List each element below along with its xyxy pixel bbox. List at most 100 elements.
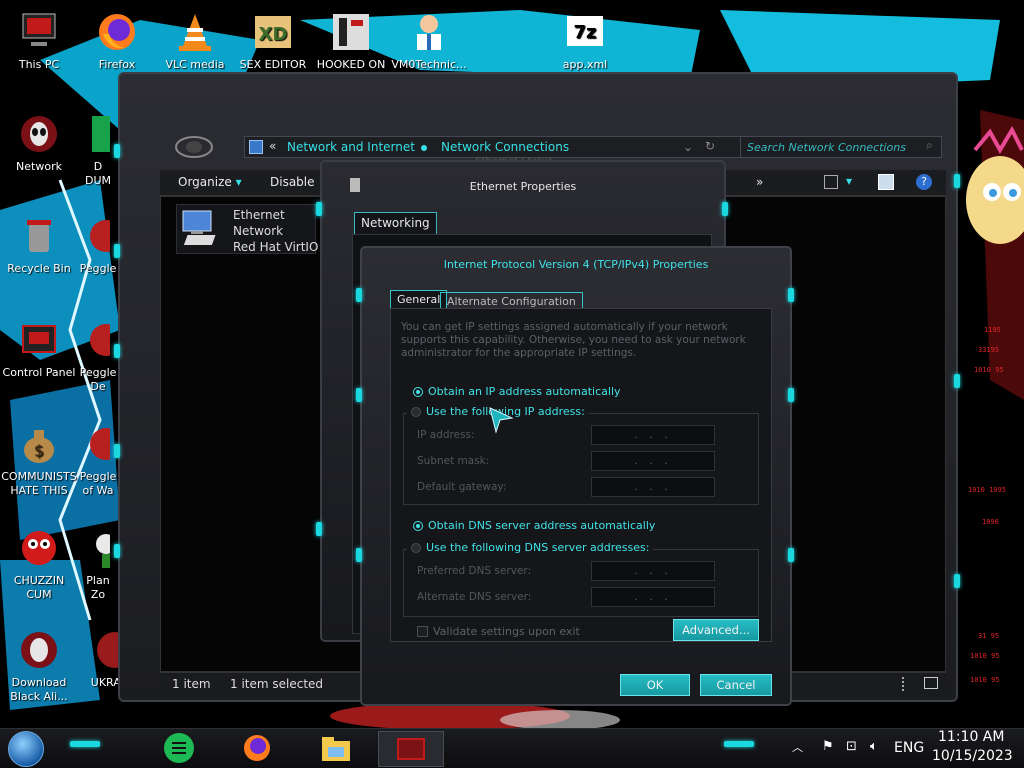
control-panel-icon: [397, 738, 425, 760]
breadcrumb-network-connections[interactable]: Network Connections: [441, 140, 569, 154]
frame-led: [954, 174, 960, 188]
preferred-dns-field[interactable]: . . .: [591, 561, 715, 581]
more-commands-button[interactable]: »: [756, 175, 763, 189]
network-tray-icon[interactable]: ⊡: [846, 739, 857, 754]
doctor-avatar-icon: [407, 10, 451, 54]
taskbar: ︿ ⚑ ⊡ 🔈︎ ENG 11:10 AM 10/15/2023: [0, 728, 1024, 768]
details-view-icon[interactable]: [902, 677, 908, 691]
chevron-down-icon[interactable]: ⌄: [683, 140, 693, 154]
clock-date[interactable]: 10/15/2023: [932, 748, 1013, 764]
default-gateway-field[interactable]: . . .: [591, 477, 715, 497]
desktop-icon-partial-5[interactable]: Plan Zo: [78, 526, 118, 602]
ipv4-properties-dialog[interactable]: Internet Protocol Version 4 (TCP/IPv4) P…: [356, 246, 794, 706]
start-button[interactable]: [8, 731, 44, 767]
advanced-button[interactable]: Advanced...: [673, 619, 759, 641]
tab-general[interactable]: General: [390, 290, 448, 310]
ip-address-label: IP address:: [417, 429, 475, 441]
frame-led: [316, 522, 322, 536]
hooked-app-icon: [329, 10, 373, 54]
hud-decoration: 31 95: [978, 632, 1000, 640]
notes-icon: [172, 742, 186, 744]
obtain-dns-auto-radio[interactable]: Obtain DNS server address automatically: [413, 519, 655, 532]
desktop-icon-chuzzin[interactable]: CHUZZIN CUM: [0, 526, 78, 602]
control-panel-icon: [17, 318, 61, 362]
taskbar-app-notes[interactable]: [164, 733, 194, 763]
breadcrumb-network-internet[interactable]: Network and Internet: [287, 140, 415, 154]
disable-button[interactable]: Disable: [270, 175, 315, 189]
view-options-icon[interactable]: [824, 175, 838, 189]
search-icon[interactable]: ⌕: [926, 138, 933, 153]
desktop-icon-hooked-on[interactable]: HOOKED ON: [312, 10, 390, 72]
item-network: Network: [233, 224, 284, 238]
frame-led: [114, 544, 120, 558]
tiles-view-icon[interactable]: [924, 677, 938, 689]
frame-led: [954, 374, 960, 388]
frame-led: [788, 548, 794, 562]
svg-text:$: $: [34, 441, 44, 460]
frame-led: [954, 574, 960, 588]
radio-unselected-icon: [411, 542, 421, 553]
search-input[interactable]: Search Network Connections: [740, 136, 942, 158]
flag-icon[interactable]: ⚑: [822, 739, 834, 754]
desktop-icon-partial-2[interactable]: Peggle: [78, 214, 122, 276]
help-icon[interactable]: ?: [916, 174, 932, 190]
taskbar-app-control-panel[interactable]: [378, 731, 444, 767]
desktop-icon-vlc[interactable]: VLC media: [156, 10, 234, 72]
ethernet-connection-item[interactable]: Ethernet Network Red Hat VirtIO E: [176, 204, 330, 254]
frame-led: [356, 388, 362, 402]
validate-settings-checkbox[interactable]: Validate settings upon exit: [417, 625, 580, 638]
use-following-dns-radio[interactable]: Use the following DNS server addresses:: [407, 541, 654, 554]
alternate-dns-field[interactable]: . . .: [591, 587, 715, 607]
desktop-icon-this-pc[interactable]: This PC: [0, 10, 78, 72]
checkbox-unchecked-icon: [417, 626, 428, 637]
show-hidden-icons[interactable]: ︿: [792, 739, 803, 755]
alien-network-icon: [17, 112, 61, 156]
hud-decoration: 1010 1095: [968, 486, 1006, 494]
organize-button[interactable]: Organize ▾: [178, 175, 242, 189]
desktop-icon-sex-editor[interactable]: XD SEX EDITOR: [234, 10, 312, 72]
taskbar-app-file-explorer[interactable]: [320, 735, 352, 763]
taskbar-led: [70, 741, 100, 747]
item-name: Ethernet: [233, 208, 285, 222]
vlc-cone-icon: [173, 10, 217, 54]
volume-icon[interactable]: 🔈︎: [870, 739, 878, 754]
clock-time[interactable]: 11:10 AM: [938, 729, 1004, 745]
tab-networking[interactable]: Networking: [354, 212, 437, 234]
desktop-icon-vm-technician[interactable]: VM0Technic...: [390, 10, 468, 72]
mouse-cursor-icon: [488, 406, 514, 437]
taskbar-app-firefox[interactable]: [242, 733, 272, 763]
radio-selected-icon: [413, 386, 423, 397]
desktop-icon-communists[interactable]: $ COMMUNISTS HATE THIS G...: [0, 422, 78, 498]
ok-button[interactable]: OK: [620, 674, 690, 696]
desktop-icon-recycle-bin[interactable]: Recycle Bin: [0, 214, 78, 276]
chuzzle-icon: [17, 526, 61, 570]
preview-pane-icon[interactable]: [878, 174, 894, 190]
desktop-icon-network[interactable]: Network: [0, 112, 78, 174]
desktop-icon-download-black-alien[interactable]: Download Black Ali...: [0, 628, 78, 704]
desktop-icon-firefox[interactable]: Firefox: [78, 10, 156, 72]
view-dropdown-icon[interactable]: ▾: [846, 174, 852, 188]
desktop-icon-app-xml[interactable]: 7z app.xml: [546, 10, 624, 72]
refresh-icon[interactable]: ↻: [705, 139, 715, 153]
frame-led: [114, 244, 120, 258]
control-panel-small-icon: [249, 140, 263, 154]
breadcrumb-overflow-icon[interactable]: «: [269, 139, 276, 153]
hud-decoration: 33195: [978, 346, 1000, 354]
breadcrumb-separator-icon: [421, 145, 427, 151]
frame-led: [356, 548, 362, 562]
obtain-ip-auto-radio[interactable]: Obtain an IP address automatically: [413, 385, 621, 398]
cancel-button[interactable]: Cancel: [700, 674, 772, 696]
recycle-bin-icon: [17, 214, 61, 258]
alien-logo-icon: [174, 134, 214, 160]
ip-address-field[interactable]: . . .: [591, 425, 715, 445]
frame-led: [114, 144, 120, 158]
desktop-icon-partial-1[interactable]: D DUM: [78, 112, 118, 188]
subnet-mask-field[interactable]: . . .: [591, 451, 715, 471]
peggle-icon: [86, 422, 122, 466]
language-indicator[interactable]: ENG: [894, 740, 924, 756]
desktop-icon-partial-3[interactable]: Peggle De: [78, 318, 122, 394]
desktop-icon-partial-4[interactable]: Peggle of Wa: [78, 422, 122, 498]
plants-zombies-icon: [86, 526, 116, 570]
description-text: You can get IP settings assigned automat…: [401, 321, 746, 359]
desktop-icon-control-panel[interactable]: Control Panel: [0, 318, 78, 380]
